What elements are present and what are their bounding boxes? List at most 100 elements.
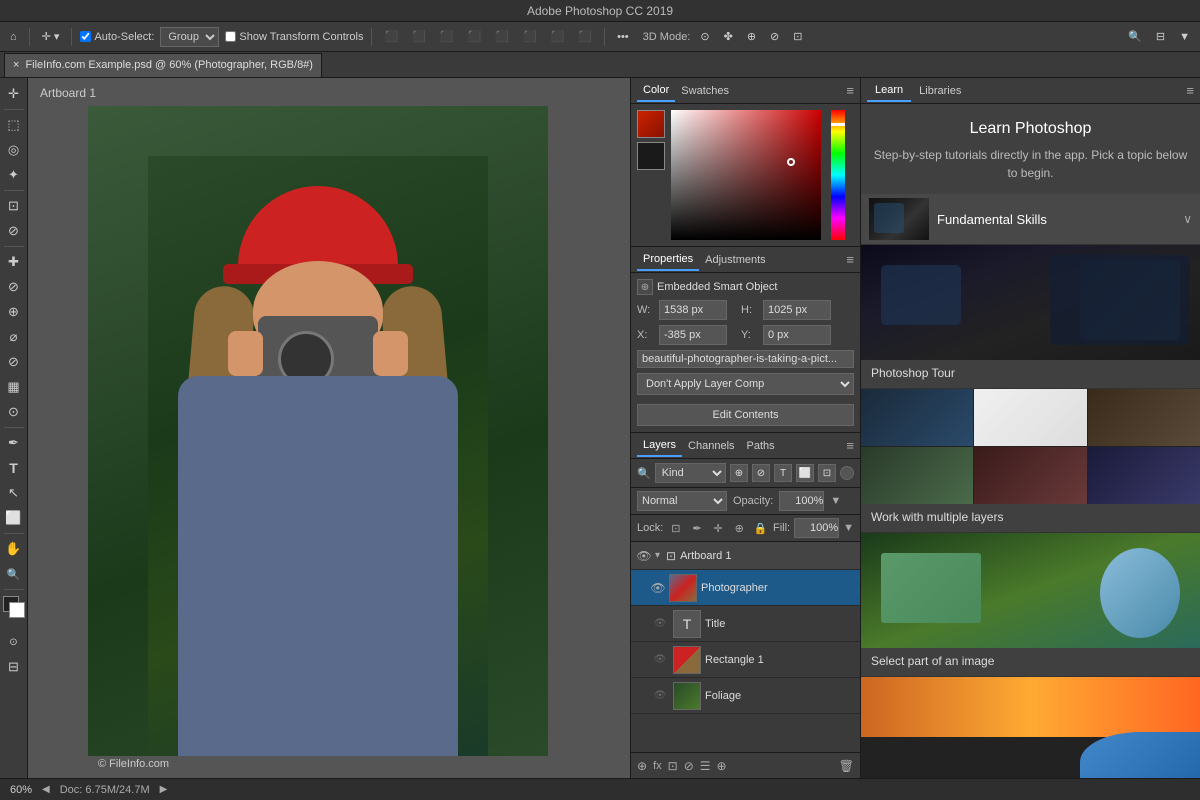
fill-input[interactable] bbox=[794, 518, 839, 538]
3d-slide-btn[interactable]: ⊘ bbox=[766, 28, 783, 45]
foreground-swatch[interactable] bbox=[637, 110, 665, 138]
distribute-btn[interactable]: ⬛ bbox=[547, 28, 569, 45]
photographer-layer-item[interactable]: 👁 Photographer bbox=[631, 570, 860, 606]
align-center-btn[interactable]: ⬛ bbox=[408, 28, 430, 45]
color-panel-menu-icon[interactable]: ≡ bbox=[846, 83, 854, 98]
align-left-btn[interactable]: ⬛ bbox=[380, 28, 402, 45]
hue-slider[interactable] bbox=[831, 110, 845, 240]
foliage-visibility[interactable]: 👁 bbox=[651, 687, 669, 705]
3d-walk-btn[interactable]: ⊕ bbox=[743, 28, 760, 45]
lock-paint-btn[interactable]: ✒ bbox=[688, 519, 705, 537]
lock-artboard-btn[interactable]: ⊕ bbox=[731, 519, 748, 537]
more-btn[interactable]: ••• bbox=[613, 29, 633, 45]
artboard-group-header[interactable]: 👁 ▾ ⊡ Artboard 1 bbox=[631, 542, 860, 570]
zoom-tool[interactable]: 🔍 bbox=[2, 562, 26, 586]
shape-tool[interactable]: ⬜ bbox=[2, 506, 26, 530]
eyedropper-tool[interactable]: ⊘ bbox=[2, 219, 26, 243]
auto-select-type[interactable]: Group bbox=[160, 27, 219, 47]
layer-fx-icon[interactable]: fx bbox=[653, 760, 662, 772]
align-bottom-btn[interactable]: ⬛ bbox=[519, 28, 541, 45]
home-button[interactable]: ⌂ bbox=[6, 29, 21, 45]
history-brush-tool[interactable]: ⌀ bbox=[2, 325, 26, 349]
w-input[interactable] bbox=[659, 300, 727, 320]
saturation-value-picker[interactable] bbox=[671, 110, 821, 240]
foliage-layer-item[interactable]: 👁 Foliage bbox=[631, 678, 860, 714]
layers-tab[interactable]: Layers bbox=[637, 435, 682, 457]
pen-tool[interactable]: ✒ bbox=[2, 431, 26, 455]
document-tab[interactable]: × FileInfo.com Example.psd @ 60% (Photog… bbox=[4, 53, 322, 77]
align-top-btn[interactable]: ⬛ bbox=[464, 28, 486, 45]
y-input[interactable] bbox=[763, 325, 831, 345]
distribute-spacing-btn[interactable]: ⬛ bbox=[574, 28, 596, 45]
auto-select-checkbox[interactable]: Auto-Select: bbox=[80, 31, 154, 43]
opacity-arrow[interactable]: ▼ bbox=[830, 495, 841, 507]
search-button[interactable]: 🔍 bbox=[1124, 28, 1146, 45]
learn-menu-icon[interactable]: ≡ bbox=[1186, 83, 1194, 98]
layer-comp-select[interactable]: Don't Apply Layer Comp bbox=[637, 373, 854, 395]
select-part-item[interactable]: Select part of an image bbox=[861, 533, 1200, 677]
x-input[interactable] bbox=[659, 325, 727, 345]
fill-arrow[interactable]: ▼ bbox=[843, 522, 854, 534]
lock-all-btn[interactable]: 🔒 bbox=[752, 519, 769, 537]
learn-tab[interactable]: Learn bbox=[867, 80, 911, 102]
channels-tab[interactable]: Channels bbox=[682, 436, 740, 456]
layer-adjustment-icon[interactable]: ⊘ bbox=[684, 759, 694, 773]
screen-mode-tool[interactable]: ⊟ bbox=[2, 655, 26, 679]
healing-tool[interactable]: ✚ bbox=[2, 250, 26, 274]
gradient-tool[interactable]: ▦ bbox=[2, 375, 26, 399]
brush-tool[interactable]: ⊘ bbox=[2, 275, 26, 299]
layer-link-icon[interactable]: ⊕ bbox=[637, 759, 647, 773]
filter-pixel-btn[interactable]: ⊕ bbox=[730, 464, 748, 482]
expand-button[interactable]: ▼ bbox=[1175, 29, 1194, 45]
status-arrow-right[interactable]: ▶ bbox=[160, 784, 168, 795]
accordion-header[interactable]: Fundamental Skills ∨ bbox=[861, 194, 1200, 244]
eraser-tool[interactable]: ⊘ bbox=[2, 350, 26, 374]
artboard-expand-icon[interactable]: ▾ bbox=[655, 550, 660, 561]
dodge-tool[interactable]: ⊙ bbox=[2, 400, 26, 424]
adjustments-tab[interactable]: Adjustments bbox=[699, 250, 772, 270]
move-tool[interactable]: ✛ bbox=[2, 82, 26, 106]
marquee-tool[interactable]: ⬚ bbox=[2, 113, 26, 137]
magic-wand-tool[interactable]: ✦ bbox=[2, 163, 26, 187]
crop-tool[interactable]: ⊡ bbox=[2, 194, 26, 218]
show-transform-checkbox[interactable]: Show Transform Controls bbox=[225, 31, 363, 43]
title-visibility[interactable]: 👁 bbox=[651, 615, 669, 633]
paths-tab[interactable]: Paths bbox=[741, 436, 781, 456]
hand-tool[interactable]: ✋ bbox=[2, 537, 26, 561]
background-swatch[interactable] bbox=[637, 142, 665, 170]
opacity-input[interactable] bbox=[779, 491, 824, 511]
artboard-visibility-toggle[interactable]: 👁 bbox=[635, 547, 653, 565]
blend-mode-select[interactable]: Normal bbox=[637, 491, 727, 511]
layer-delete-icon[interactable]: 🗑 bbox=[839, 759, 854, 773]
filter-kind-select[interactable]: Kind bbox=[655, 463, 726, 483]
move-tool-button[interactable]: ✛ ▾ bbox=[38, 28, 64, 45]
layer-mask-item[interactable]: Use a layer mask to add an object to an … bbox=[861, 677, 1200, 778]
color-picker-gradient[interactable] bbox=[671, 110, 821, 240]
filter-shape-btn[interactable]: ⬜ bbox=[796, 464, 814, 482]
3d-orbit-btn[interactable]: ⊙ bbox=[696, 28, 713, 45]
color-tab[interactable]: Color bbox=[637, 80, 675, 102]
workspace-button[interactable]: ⊟ bbox=[1152, 28, 1169, 45]
align-right-btn[interactable]: ⬛ bbox=[436, 28, 458, 45]
close-icon[interactable]: × bbox=[13, 59, 19, 71]
status-arrow-left[interactable]: ◀ bbox=[42, 784, 50, 795]
filter-smartobject-btn[interactable]: ⊡ bbox=[818, 464, 836, 482]
libraries-tab[interactable]: Libraries bbox=[911, 81, 969, 101]
rectangle1-visibility[interactable]: 👁 bbox=[651, 651, 669, 669]
photographer-visibility[interactable]: 👁 bbox=[651, 581, 665, 595]
work-with-layers-item[interactable]: Work with multiple layers bbox=[861, 389, 1200, 533]
photoshop-tour-item[interactable]: Photoshop Tour bbox=[861, 245, 1200, 389]
type-tool[interactable]: T bbox=[2, 456, 26, 480]
filter-type-btn[interactable]: T bbox=[774, 464, 792, 482]
3d-pan-btn[interactable]: ✤ bbox=[720, 28, 737, 45]
align-middle-btn[interactable]: ⬛ bbox=[491, 28, 513, 45]
properties-menu-icon[interactable]: ≡ bbox=[846, 252, 854, 267]
clone-tool[interactable]: ⊕ bbox=[2, 300, 26, 324]
lock-transparent-btn[interactable]: ⊡ bbox=[667, 519, 684, 537]
edit-contents-button[interactable]: Edit Contents bbox=[637, 404, 854, 426]
filter-adjustment-btn[interactable]: ⊘ bbox=[752, 464, 770, 482]
quick-mask-tool[interactable]: ⊙ bbox=[2, 630, 26, 654]
lasso-tool[interactable]: ◎ bbox=[2, 138, 26, 162]
title-layer-item[interactable]: 👁 T Title bbox=[631, 606, 860, 642]
h-input[interactable] bbox=[763, 300, 831, 320]
